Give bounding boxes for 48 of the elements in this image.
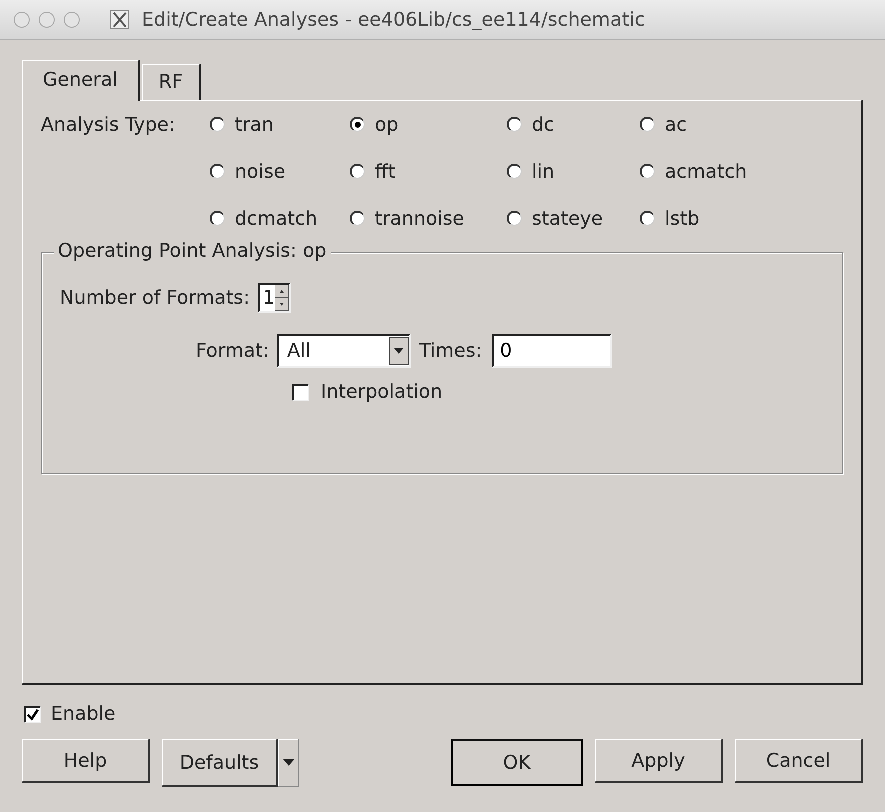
x-logo-icon <box>110 10 130 30</box>
checkbox[interactable] <box>24 706 41 722</box>
radio-button[interactable] <box>640 164 655 179</box>
analysis-type-label: Analysis Type: <box>41 113 176 136</box>
checkbox-label: Enable <box>51 703 116 725</box>
radio-button[interactable] <box>350 117 365 132</box>
spin-arrows-icon[interactable] <box>274 285 289 311</box>
field-label: Number of Formats: <box>60 287 250 309</box>
checkbox[interactable] <box>292 384 309 400</box>
split-arrow-button[interactable] <box>278 739 299 787</box>
radio-label: stateye <box>532 208 604 230</box>
dialog-button[interactable]: Help <box>22 739 150 783</box>
field-label: Times: <box>419 340 482 362</box>
caret-icon[interactable] <box>282 759 294 767</box>
dialog-button[interactable]: Defaults <box>162 739 278 787</box>
radio-button[interactable] <box>640 117 655 132</box>
radio-label: dc <box>532 114 555 136</box>
radio-label: noise <box>235 160 286 182</box>
dialog-button[interactable]: Cancel <box>735 739 863 783</box>
window-title: Edit/Create Analyses - ee406Lib/cs_ee114/schematic <box>142 8 646 30</box>
radio-button[interactable] <box>507 117 522 132</box>
tab[interactable]: RF <box>142 64 202 100</box>
radio-button[interactable] <box>210 211 225 226</box>
checkbox-label: Interpolation <box>321 381 443 403</box>
radio-label: lin <box>532 160 555 182</box>
group-title: Operating Point Analysis: op <box>54 240 331 262</box>
radio-label: lstb <box>665 208 700 230</box>
dialog-button[interactable]: Apply <box>595 739 723 783</box>
radio-label: fft <box>375 160 396 182</box>
radio-button[interactable] <box>350 164 365 179</box>
dialog-button[interactable]: OK <box>451 739 583 786</box>
tab[interactable]: General <box>22 60 140 101</box>
radio-button[interactable] <box>507 211 522 226</box>
radio-button[interactable] <box>350 211 365 226</box>
radio-label: dcmatch <box>235 208 318 230</box>
radio-button[interactable] <box>507 164 522 179</box>
radio-label: tran <box>235 114 274 136</box>
times-field[interactable]: 0 <box>492 334 612 368</box>
radio-button[interactable] <box>210 164 225 179</box>
spin-box[interactable]: 1 <box>258 283 291 313</box>
radio-button[interactable] <box>210 117 225 132</box>
radio-button[interactable] <box>640 211 655 226</box>
field-label: Format: <box>196 340 270 362</box>
radio-label: op <box>375 114 399 136</box>
radio-label: acmatch <box>665 160 748 182</box>
radio-label: trannoise <box>375 208 464 230</box>
radio-label: ac <box>665 114 688 136</box>
format-dropdown[interactable]: All <box>277 334 412 368</box>
